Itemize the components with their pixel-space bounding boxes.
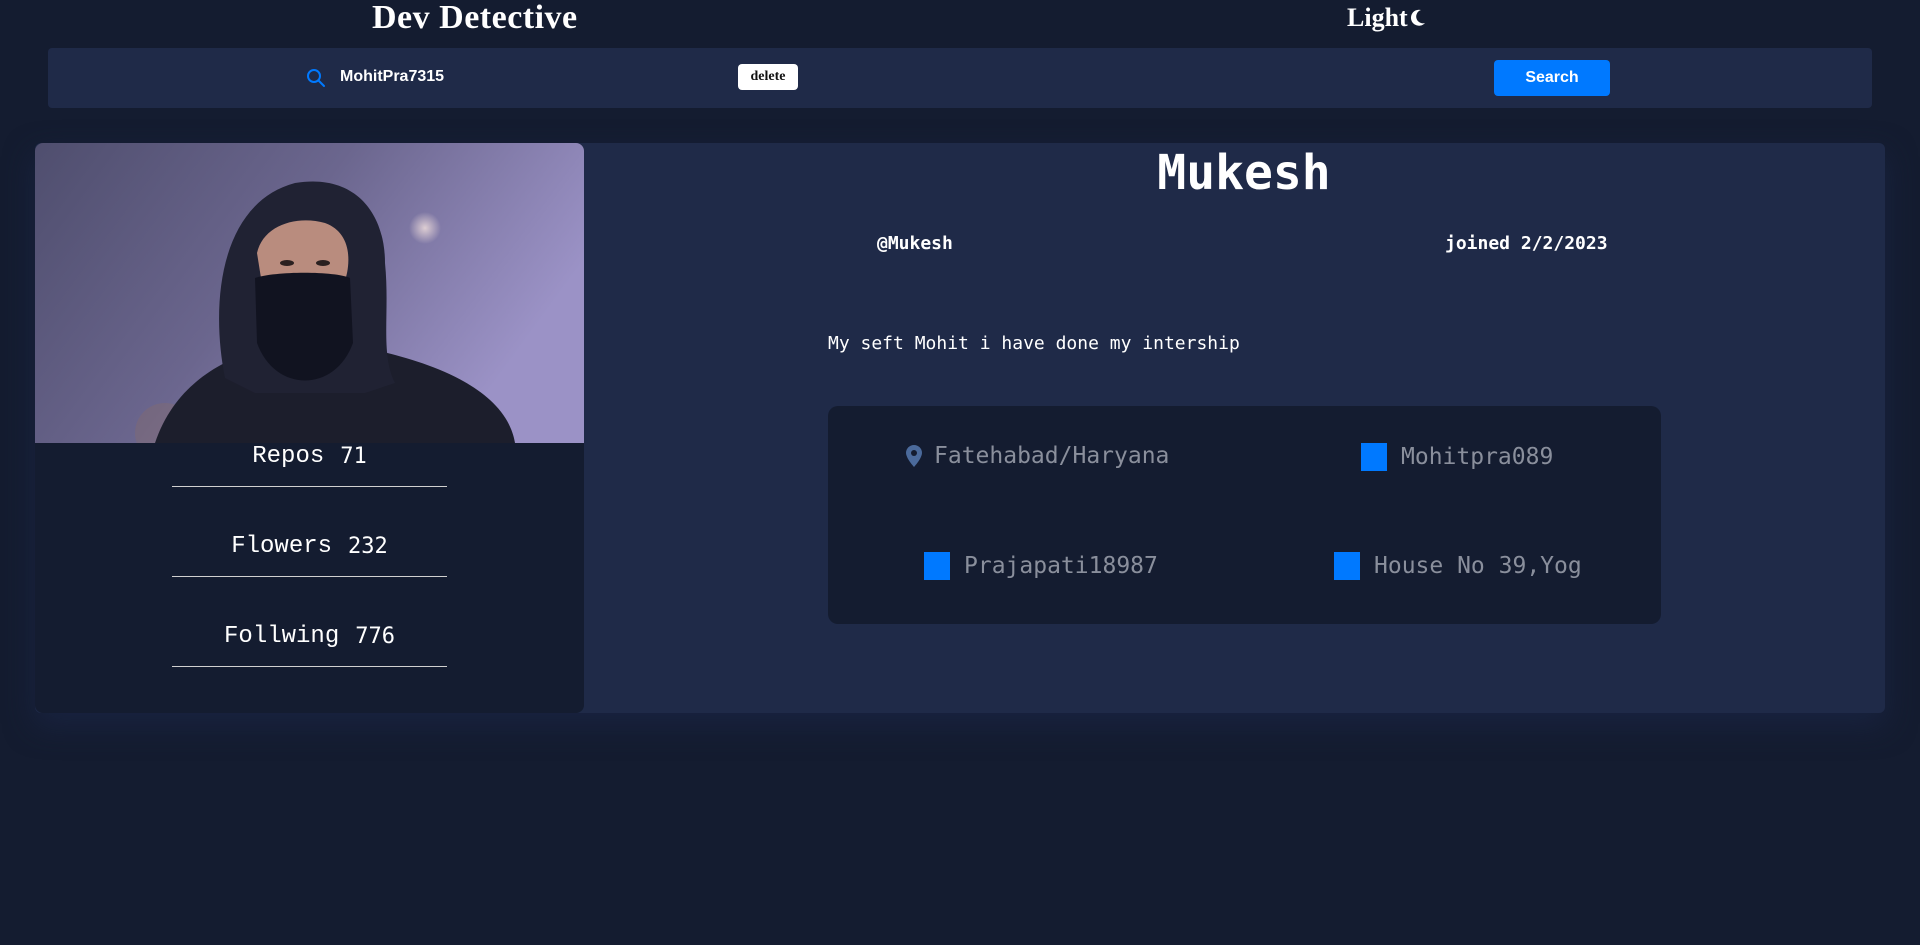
profile-links: Fatehabad/Haryana Mohitpra089 Prajapati1… <box>828 406 1661 624</box>
delete-button[interactable]: delete <box>738 64 798 90</box>
theme-toggle-label: Light <box>1347 3 1408 32</box>
stat-value: 776 <box>355 623 395 649</box>
company-text: House No 39,Yog <box>1374 553 1582 579</box>
stat-label: Flowers <box>231 532 333 560</box>
joined-date: joined 2/2/2023 <box>1445 233 1608 254</box>
stat-label: Follwing <box>224 622 340 650</box>
twitter-text: Prajapati18987 <box>964 553 1158 579</box>
theme-toggle[interactable]: Light <box>1347 2 1427 34</box>
search-bar: delete Search <box>48 48 1872 108</box>
profile-sidebar: Repos 71 Flowers 232 Follwing 776 <box>35 143 584 713</box>
search-button[interactable]: Search <box>1494 60 1610 96</box>
blue-square-icon <box>1334 552 1360 580</box>
website-link[interactable]: Mohitpra089 <box>1361 443 1553 471</box>
avatar <box>35 143 584 443</box>
profile-username[interactable]: @Mukesh <box>877 233 953 254</box>
location-text: Fatehabad/Haryana <box>934 443 1170 469</box>
company-link[interactable]: House No 39,Yog <box>1334 552 1582 580</box>
blue-square-icon <box>924 552 950 580</box>
twitter-link[interactable]: Prajapati18987 <box>924 552 1158 580</box>
search-input[interactable] <box>340 62 740 92</box>
app-title: Dev Detective <box>372 0 578 36</box>
location-link: Fatehabad/Haryana <box>906 443 1169 469</box>
stat-value: 232 <box>348 533 388 559</box>
profile-name: Mukesh <box>1157 145 1331 201</box>
stat-label: Repos <box>252 442 325 470</box>
stat-repos: Repos 71 <box>172 426 447 487</box>
stat-value: 71 <box>340 443 367 469</box>
search-icon <box>307 69 325 87</box>
blue-square-icon <box>1361 443 1387 471</box>
website-text: Mohitpra089 <box>1401 444 1554 470</box>
stat-following: Follwing 776 <box>172 606 447 667</box>
moon-icon <box>1410 9 1425 26</box>
location-pin-icon <box>906 445 922 467</box>
stat-followers: Flowers 232 <box>172 516 447 577</box>
profile-bio: My seft Mohit i have done my intership <box>828 333 1240 354</box>
